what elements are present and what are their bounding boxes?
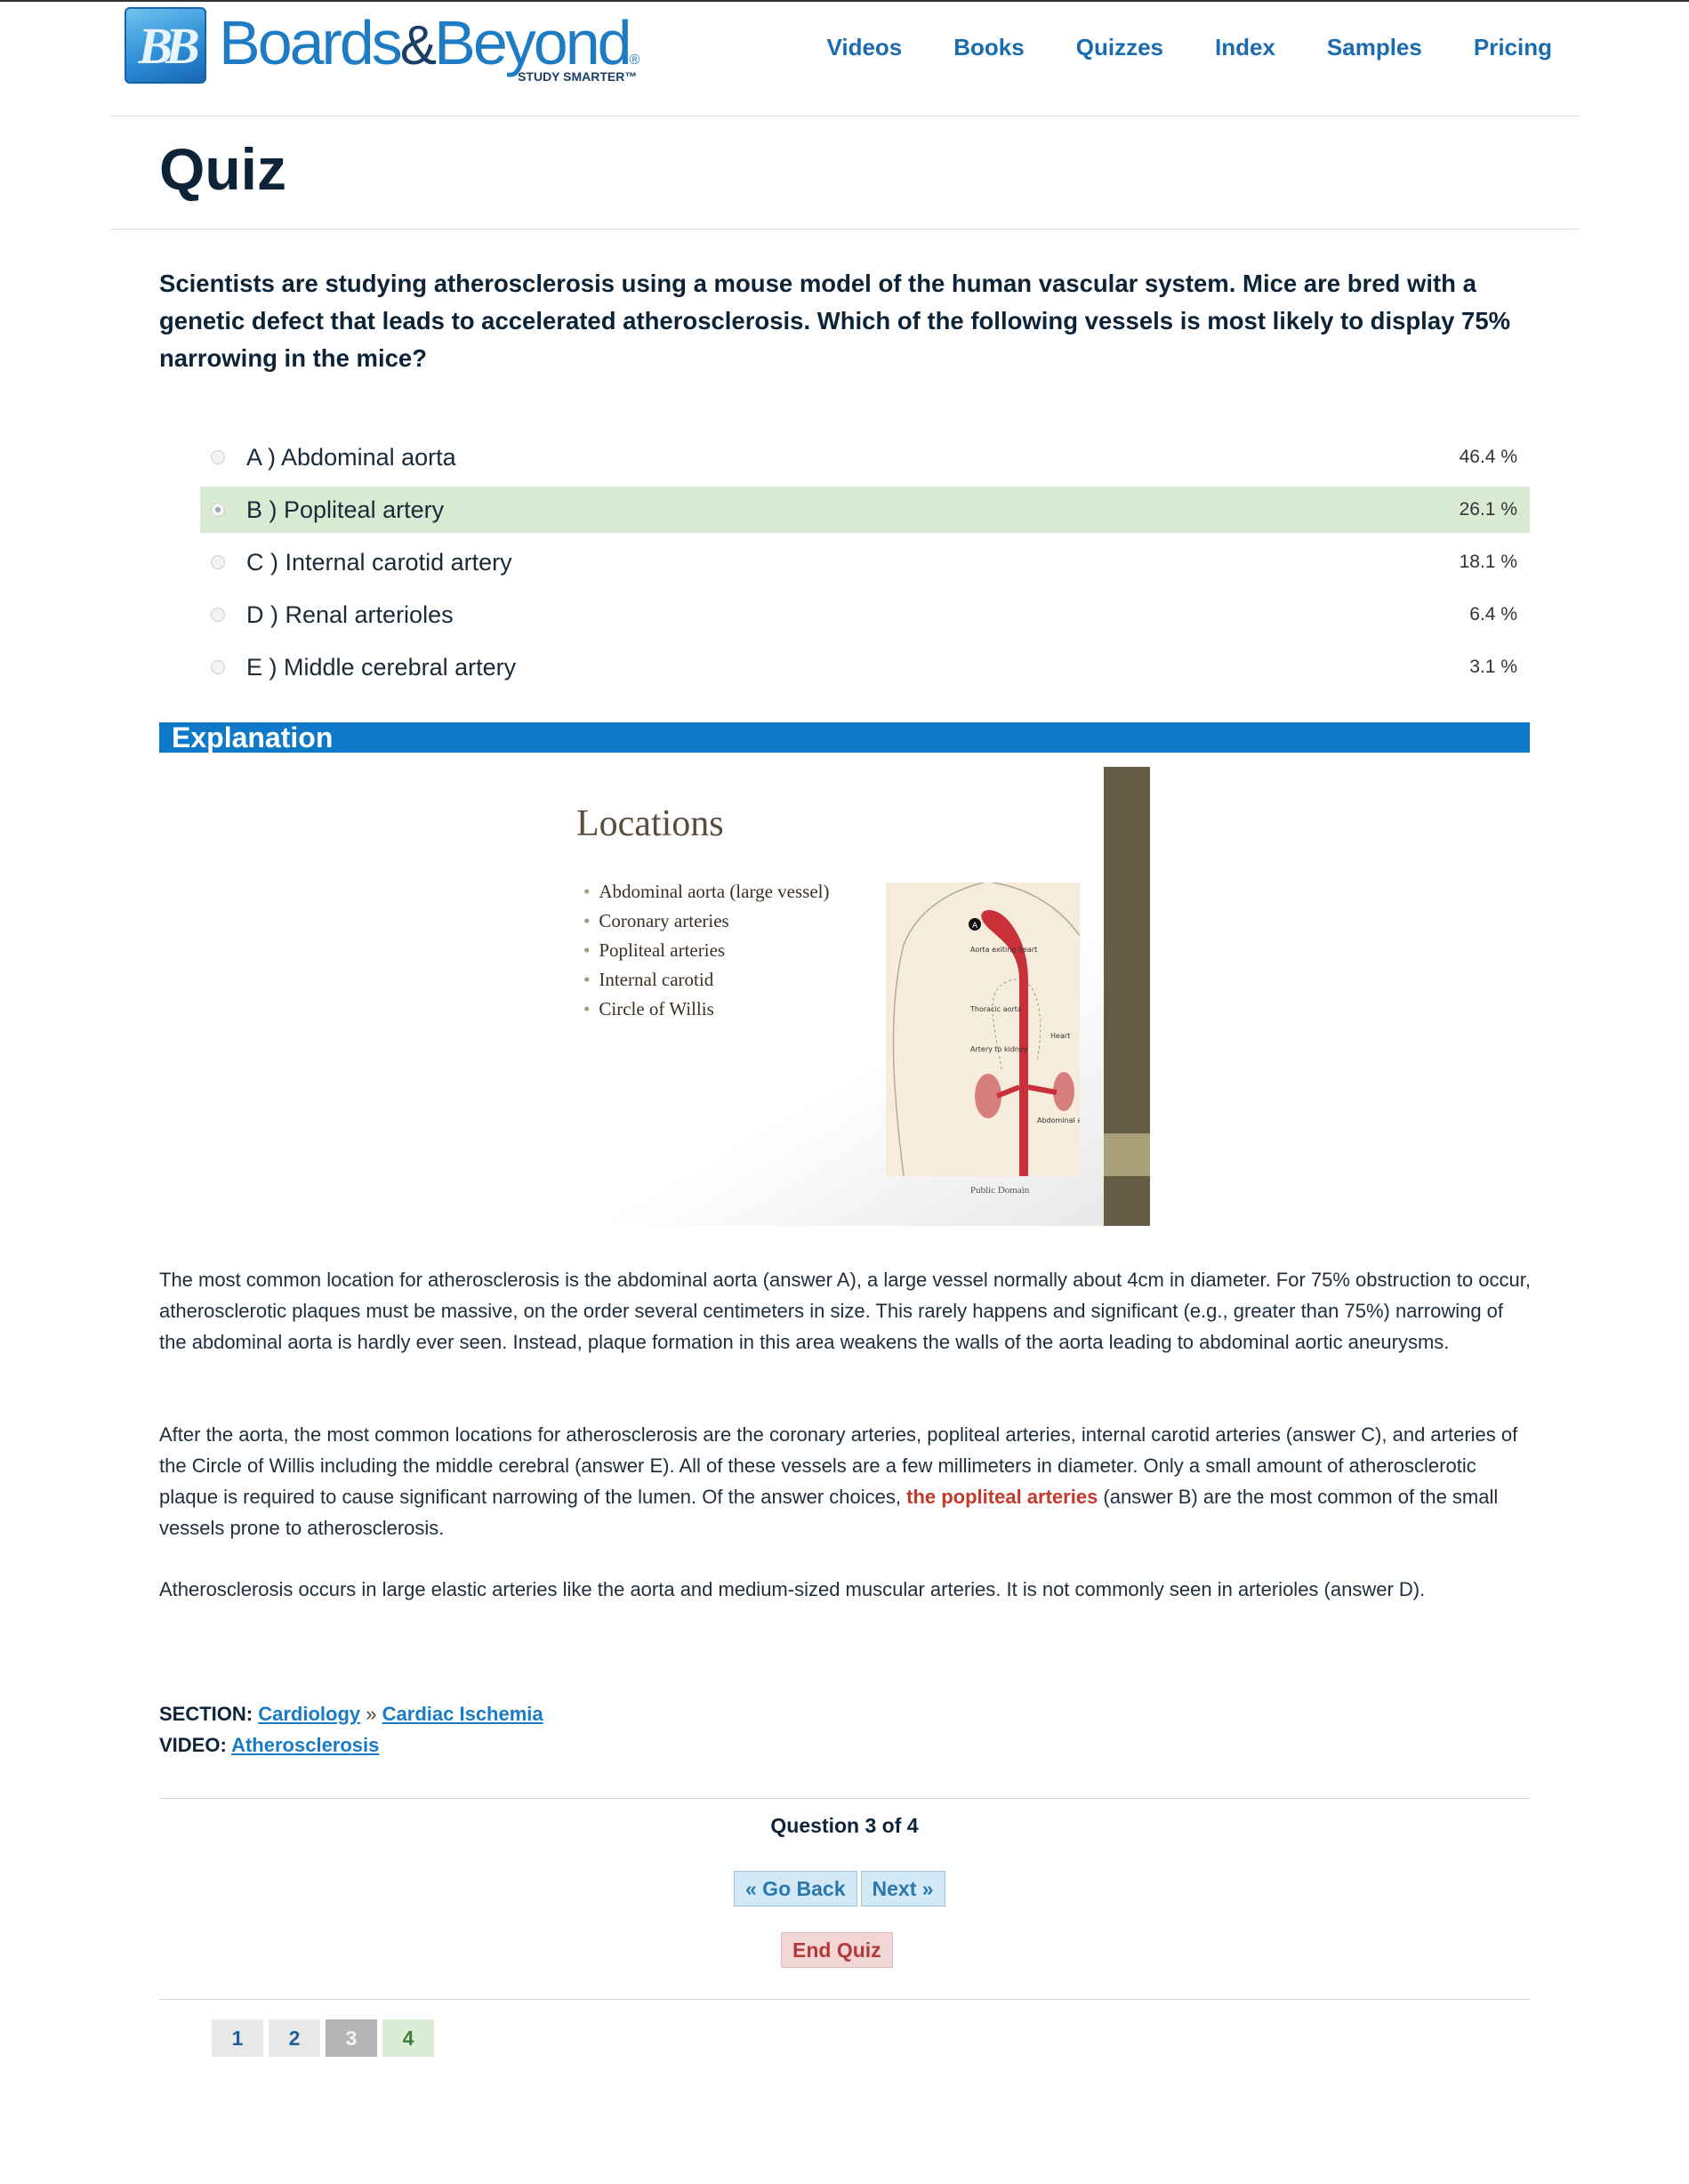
label-heart: Heart: [1050, 1032, 1070, 1040]
nav-divider-top: [159, 1798, 1530, 1799]
slide-title: Locations: [576, 803, 724, 844]
option-a-percent: 46.4 %: [1459, 447, 1517, 467]
brand-logo[interactable]: BB Boards&Beyond® STUDY SMARTER™: [125, 7, 639, 85]
option-e-label: E ) Middle cerebral artery: [246, 653, 517, 681]
end-quiz-button[interactable]: End Quiz: [781, 1932, 893, 1968]
radio-d[interactable]: [211, 608, 225, 622]
site-header: BB Boards&Beyond® STUDY SMARTER™ Videos …: [111, 0, 1579, 117]
nav-index[interactable]: Index: [1215, 34, 1275, 61]
explanation-paragraph-2: After the aorta, the most common locatio…: [159, 1419, 1533, 1543]
option-b-percent: 26.1 %: [1459, 499, 1517, 520]
slide-bullet: Circle of Willis: [583, 995, 829, 1024]
page-2-button[interactable]: 2: [269, 2019, 320, 2057]
slide-bullets: Abdominal aorta (large vessel) Coronary …: [583, 877, 829, 1024]
video-line: VIDEO: Atherosclerosis: [159, 1729, 543, 1761]
radio-a[interactable]: [211, 450, 225, 464]
question-counter: Question 3 of 4: [770, 1814, 919, 1837]
nav-books[interactable]: Books: [953, 34, 1024, 61]
page-1-button[interactable]: 1: [212, 2019, 263, 2057]
section-line: SECTION: Cardiology » Cardiac Ischemia: [159, 1698, 543, 1729]
explanation-slide-image: Locations Abdominal aorta (large vessel)…: [539, 767, 1150, 1226]
option-c[interactable]: C ) Internal carotid artery 18.1 %: [200, 539, 1530, 585]
answer-options: A ) Abdominal aorta 46.4 % B ) Popliteal…: [200, 434, 1530, 697]
label-abdominal: Abdominal aorta: [1037, 1116, 1080, 1124]
answer-highlight: the popliteal arteries: [906, 1486, 1098, 1508]
slide-bullet: Popliteal arteries: [583, 936, 829, 965]
page-3-button[interactable]: 3: [326, 2019, 377, 2057]
radio-b[interactable]: [211, 503, 225, 517]
link-cardiac-ischemia[interactable]: Cardiac Ischemia: [382, 1703, 543, 1725]
brand-word: Boards: [219, 8, 403, 77]
logo-wordmark: Boards&Beyond® STUDY SMARTER™: [219, 7, 640, 96]
nav-divider-bottom: [159, 1999, 1530, 2000]
aorta-illustration: A Aorta exiting heart Thoracic aorta Hea…: [892, 882, 1097, 1177]
nav-samples[interactable]: Samples: [1327, 34, 1422, 61]
main-nav: Videos Books Quizzes Index Samples Prici…: [775, 34, 1552, 61]
label-aorta-exiting: Aorta exiting heart: [970, 946, 1037, 954]
quiz-meta: SECTION: Cardiology » Cardiac Ischemia V…: [159, 1698, 543, 1761]
option-c-percent: 18.1 %: [1459, 552, 1517, 572]
brand-tagline: STUDY SMARTER™: [518, 69, 638, 84]
breadcrumb-separator: »: [366, 1703, 377, 1725]
option-d[interactable]: D ) Renal arterioles 6.4 %: [200, 592, 1530, 638]
nav-pricing[interactable]: Pricing: [1474, 34, 1552, 61]
option-a-label: A ) Abdominal aorta: [246, 443, 456, 471]
brand-amp: &: [399, 15, 437, 77]
section-label: SECTION:: [159, 1703, 253, 1725]
option-e[interactable]: E ) Middle cerebral artery 3.1 %: [200, 644, 1530, 690]
label-thoracic: Thoracic aorta: [969, 1005, 1022, 1013]
radio-e[interactable]: [211, 660, 225, 674]
question-text: Scientists are studying atherosclerosis …: [159, 270, 1511, 372]
radio-c[interactable]: [211, 555, 225, 569]
nav-quizzes[interactable]: Quizzes: [1076, 34, 1163, 61]
option-a[interactable]: A ) Abdominal aorta 46.4 %: [200, 434, 1530, 480]
logo-mark: BB: [125, 7, 206, 84]
label-kidney-artery: Artery to kidney: [970, 1045, 1028, 1053]
option-e-percent: 3.1 %: [1469, 657, 1517, 677]
explanation-header: Explanation: [159, 721, 1530, 754]
slide-bullet: Coronary arteries: [583, 907, 829, 936]
explanation-title: Explanation: [172, 721, 334, 754]
question-pagination: 1 2 3 4: [212, 2019, 439, 2057]
link-cardiology[interactable]: Cardiology: [258, 1703, 360, 1725]
nav-videos[interactable]: Videos: [826, 34, 902, 61]
image-credit: Public Domain: [970, 1185, 1030, 1196]
link-atherosclerosis-video[interactable]: Atherosclerosis: [231, 1734, 379, 1756]
option-b[interactable]: B ) Popliteal artery 26.1 %: [200, 487, 1530, 533]
option-c-label: C ) Internal carotid artery: [246, 548, 512, 576]
page-4-button[interactable]: 4: [382, 2019, 434, 2057]
figure-marker: A: [972, 922, 978, 931]
slide-bullet: Internal carotid: [583, 965, 829, 995]
next-button[interactable]: Next »: [860, 1871, 945, 1906]
slide-side-band: [1104, 1133, 1150, 1176]
aorta-anatomy-figure: A Aorta exiting heart Thoracic aorta Hea…: [886, 882, 1097, 1177]
go-back-button[interactable]: « Go Back: [734, 1871, 857, 1906]
explanation-paragraph-1: The most common location for atheroscler…: [159, 1269, 1531, 1353]
nav-buttons: « Go Back Next »: [734, 1871, 949, 1906]
explanation-paragraph-3: Atherosclerosis occurs in large elastic …: [159, 1578, 1426, 1600]
option-d-label: D ) Renal arterioles: [246, 600, 454, 628]
video-label: VIDEO:: [159, 1734, 227, 1756]
slide-bullet: Abdominal aorta (large vessel): [583, 877, 829, 907]
brand-registered: ®: [629, 52, 640, 68]
option-d-percent: 6.4 %: [1469, 604, 1517, 625]
brand-word2: Beyond: [434, 8, 631, 77]
title-divider: [111, 229, 1579, 230]
page-title: Quiz: [159, 136, 286, 202]
option-b-label: B ) Popliteal artery: [246, 496, 445, 523]
